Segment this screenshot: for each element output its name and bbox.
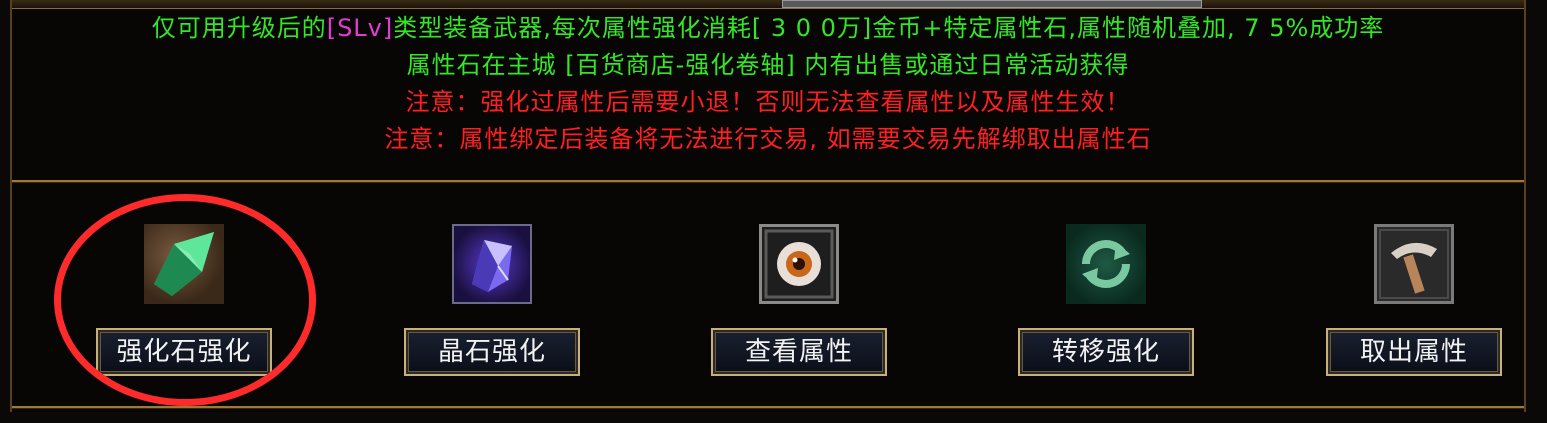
top-tab-fragment — [782, 0, 1202, 8]
warning-line-2: 注意：属性绑定后装备将无法进行交易, 如需要交易先解绑取出属性石 — [384, 125, 1152, 153]
warning-line-1: 注意：强化过属性后需要小退！否则无法查看属性以及属性生效！ — [405, 88, 1131, 116]
eye-icon — [759, 224, 839, 304]
view-attributes-button[interactable]: 查看属性 — [711, 328, 887, 376]
action-slot-transfer: 转移强化 — [1016, 224, 1196, 384]
enhancement-panel: 仅可用升级后的[SLv]类型装备武器,每次属性强化消耗[ 3 0 0万]金币+特… — [10, 0, 1526, 412]
action-slot-crystal: 晶石强化 — [402, 224, 582, 384]
notice-line-1: 仅可用升级后的[SLv]类型装备武器,每次属性强化消耗[ 3 0 0万]金币+特… — [12, 10, 1524, 47]
panel-top-border — [12, 0, 1524, 9]
action-slot-extract: 取出属性 — [1324, 224, 1504, 384]
cycle-arrows-icon — [1066, 224, 1146, 304]
slv-tag: [SLv] — [326, 14, 394, 42]
notice-line-1-suffix: 类型装备武器,每次属性强化消耗[ 3 0 0万]金币+特定属性石,属性随机叠加,… — [393, 14, 1385, 42]
enhance-stone-button[interactable]: 强化石强化 — [96, 328, 272, 376]
notice-line-2: 属性石在主城 [百货商店-强化卷轴] 内有出售或通过日常活动获得 — [406, 51, 1130, 79]
divider-bottom — [12, 406, 1524, 408]
notice-line-1-prefix: 仅可用升级后的 — [151, 14, 327, 42]
hammer-tool-icon — [1374, 224, 1454, 304]
crystal-enhance-button[interactable]: 晶石强化 — [404, 328, 580, 376]
divider-middle — [12, 180, 1524, 182]
green-gem-icon — [144, 224, 224, 304]
extract-attributes-button[interactable]: 取出属性 — [1326, 328, 1502, 376]
action-slot-gem: 强化石强化 — [94, 224, 274, 384]
transfer-enhance-button[interactable]: 转移强化 — [1018, 328, 1194, 376]
notice-block: 仅可用升级后的[SLv]类型装备武器,每次属性强化消耗[ 3 0 0万]金币+特… — [12, 10, 1524, 158]
purple-crystal-icon — [452, 224, 532, 304]
action-slot-eye: 查看属性 — [709, 224, 889, 384]
